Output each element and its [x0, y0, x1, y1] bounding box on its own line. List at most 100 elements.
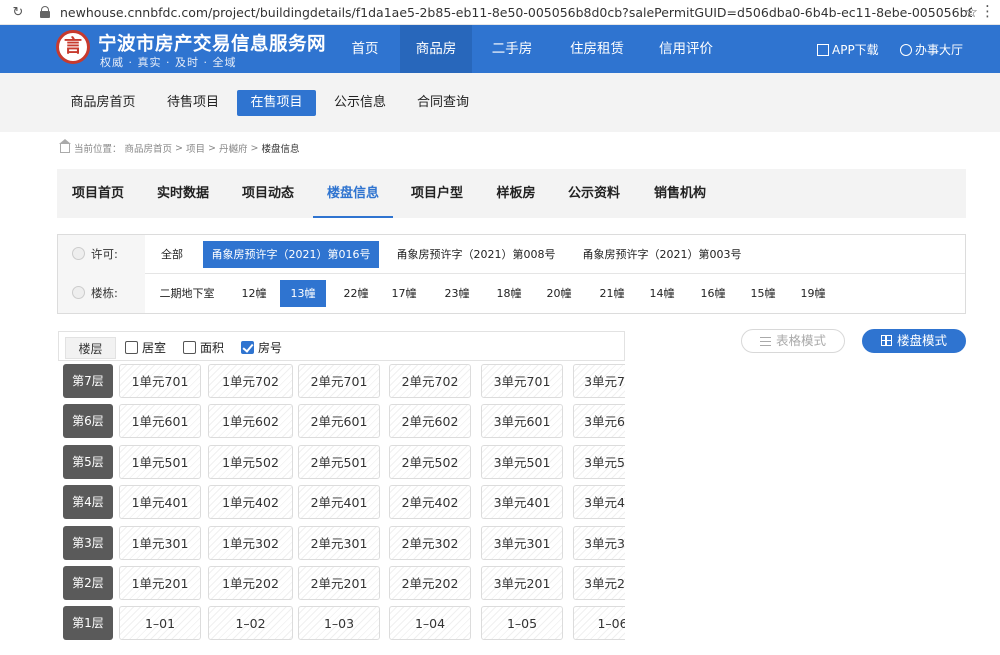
- unit-cell[interactable]: 3单元701: [481, 364, 563, 398]
- tab-item[interactable]: 公示资料: [556, 169, 632, 218]
- unit-cell[interactable]: 3单元401: [481, 485, 563, 520]
- building-option[interactable]: 19幢: [795, 280, 831, 307]
- permit-option[interactable]: 全部: [155, 241, 189, 268]
- permit-icon: [72, 247, 85, 260]
- building-option[interactable]: 14幢: [643, 280, 681, 307]
- unit-cell[interactable]: 3单元502: [573, 444, 625, 479]
- unit-cell[interactable]: 1–04: [389, 606, 471, 641]
- browser-menu-icon[interactable]: ⋮: [980, 2, 995, 20]
- app-download-link[interactable]: APP下载: [817, 41, 879, 58]
- subnav-item[interactable]: 公示信息: [325, 90, 395, 116]
- unit-cell[interactable]: 3单元702: [573, 364, 625, 398]
- unit-cell[interactable]: 1–06: [573, 606, 625, 641]
- unit-cell[interactable]: 1单元202: [208, 566, 293, 600]
- unit-cell[interactable]: 1单元601: [119, 404, 201, 439]
- nav-item[interactable]: 住房租赁: [552, 25, 642, 73]
- subnav-item[interactable]: 在售项目: [237, 90, 316, 116]
- tab-item[interactable]: 样板房: [486, 169, 546, 218]
- unit-cell[interactable]: 1单元401: [119, 485, 201, 520]
- floor-label: 第6层: [63, 404, 113, 439]
- unit-cell[interactable]: 3单元402: [573, 485, 625, 520]
- floor-label: 第4层: [63, 485, 113, 520]
- unit-cell[interactable]: 1–02: [208, 606, 293, 641]
- building-option[interactable]: 18幢: [491, 280, 527, 307]
- unit-cell[interactable]: 3单元301: [481, 525, 563, 560]
- tab-item[interactable]: 项目首页: [62, 169, 134, 218]
- site-logo[interactable]: 言 宁波市房产交易信息服务网 权威 · 真实 · 及时 · 全域: [56, 28, 326, 70]
- checkbox-box[interactable]: [125, 341, 138, 354]
- unit-cell[interactable]: 3单元602: [573, 404, 625, 439]
- rooms-checkbox[interactable]: 居室: [125, 341, 166, 355]
- unit-cell[interactable]: 1单元402: [208, 485, 293, 520]
- unit-cell[interactable]: 1–03: [298, 606, 380, 641]
- unit-cell[interactable]: 2单元702: [389, 364, 471, 398]
- permit-option[interactable]: 甬象房预许字（2021）第016号: [203, 241, 379, 268]
- unit-cell[interactable]: 2单元302: [389, 525, 471, 560]
- unit-cell[interactable]: 2单元401: [298, 485, 380, 520]
- checkbox-box[interactable]: [241, 341, 254, 354]
- unit-cell[interactable]: 2单元601: [298, 404, 380, 439]
- nav-item[interactable]: 信用评价: [642, 25, 730, 73]
- checkbox-box[interactable]: [183, 341, 196, 354]
- unit-cell[interactable]: 2单元602: [389, 404, 471, 439]
- building-option[interactable]: 二期地下室: [155, 280, 219, 307]
- unit-cell[interactable]: 1单元502: [208, 444, 293, 479]
- building-option[interactable]: 15幢: [744, 280, 782, 307]
- unit-cell[interactable]: 3单元601: [481, 404, 563, 439]
- office-hall-link[interactable]: 办事大厅: [900, 41, 963, 58]
- lock-icon[interactable]: [40, 6, 50, 18]
- building-option[interactable]: 17幢: [388, 280, 420, 307]
- room-number-checkbox[interactable]: 房号: [241, 341, 282, 355]
- unit-cell[interactable]: 1–01: [119, 606, 201, 641]
- unit-cell[interactable]: 1单元702: [208, 364, 293, 398]
- tab-item[interactable]: 楼盘信息: [313, 169, 393, 218]
- unit-cell[interactable]: 2单元202: [389, 566, 471, 600]
- building-option[interactable]: 12幢: [238, 280, 270, 307]
- unit-cell[interactable]: 3单元201: [481, 566, 563, 600]
- breadcrumb-item[interactable]: 丹樾府: [219, 141, 248, 155]
- unit-cell[interactable]: 2单元701: [298, 364, 380, 398]
- subnav-item[interactable]: 合同查询: [408, 90, 478, 116]
- nav-item[interactable]: 商品房: [400, 25, 472, 73]
- unit-cell[interactable]: 3单元302: [573, 525, 625, 560]
- building-option[interactable]: 20幢: [541, 280, 577, 307]
- url-field[interactable]: newhouse.cnnbfdc.com/project/buildingdet…: [60, 5, 972, 20]
- permit-option[interactable]: 甬象房预许字（2021）第003号: [574, 241, 750, 268]
- breadcrumb-item[interactable]: 商品房首页: [125, 141, 173, 155]
- nav-item[interactable]: 首页: [330, 25, 400, 73]
- unit-cell[interactable]: 2单元201: [298, 566, 380, 600]
- unit-cell[interactable]: 3单元501: [481, 444, 563, 479]
- unit-cell[interactable]: 2单元501: [298, 444, 380, 479]
- unit-cell[interactable]: 1单元701: [119, 364, 201, 398]
- building-option[interactable]: 22幢: [334, 280, 378, 307]
- building-option[interactable]: 23幢: [438, 280, 476, 307]
- tab-item[interactable]: 项目户型: [401, 169, 473, 218]
- unit-cell[interactable]: 1–05: [481, 606, 563, 641]
- unit-cell[interactable]: 1单元302: [208, 525, 293, 560]
- table-mode-button[interactable]: 表格模式: [741, 329, 845, 353]
- building-filter-row: 楼栋: 二期地下室 12幢 13幢 22幢 17幢 23幢 18幢 20幢 21幢 14幢 16幢 1…: [58, 274, 965, 313]
- building-option[interactable]: 13幢: [280, 280, 326, 307]
- nav-item[interactable]: 二手房: [472, 25, 552, 73]
- bookmark-star-icon[interactable]: ☆: [965, 3, 978, 21]
- breadcrumb-item[interactable]: 项目: [186, 141, 205, 155]
- subnav-item[interactable]: 待售项目: [155, 90, 231, 116]
- tab-item[interactable]: 实时数据: [147, 169, 219, 218]
- area-checkbox[interactable]: 面积: [183, 341, 224, 355]
- unit-cell[interactable]: 1单元301: [119, 525, 201, 560]
- tab-item[interactable]: 项目动态: [232, 169, 304, 218]
- unit-cell[interactable]: 2单元301: [298, 525, 380, 560]
- grid-mode-button[interactable]: 楼盘模式: [862, 329, 966, 353]
- unit-cell[interactable]: 2单元502: [389, 444, 471, 479]
- unit-cell[interactable]: 1单元501: [119, 444, 201, 479]
- reload-icon[interactable]: ↻: [10, 5, 26, 20]
- unit-cell[interactable]: 2单元402: [389, 485, 471, 520]
- building-option[interactable]: 16幢: [694, 280, 732, 307]
- building-option[interactable]: 21幢: [593, 280, 631, 307]
- permit-option[interactable]: 甬象房预许字（2021）第008号: [388, 241, 564, 268]
- subnav-item[interactable]: 商品房首页: [62, 90, 144, 116]
- unit-cell[interactable]: 3单元202: [573, 566, 625, 600]
- unit-cell[interactable]: 1单元201: [119, 566, 201, 600]
- tab-item[interactable]: 销售机构: [642, 169, 718, 218]
- unit-cell[interactable]: 1单元602: [208, 404, 293, 439]
